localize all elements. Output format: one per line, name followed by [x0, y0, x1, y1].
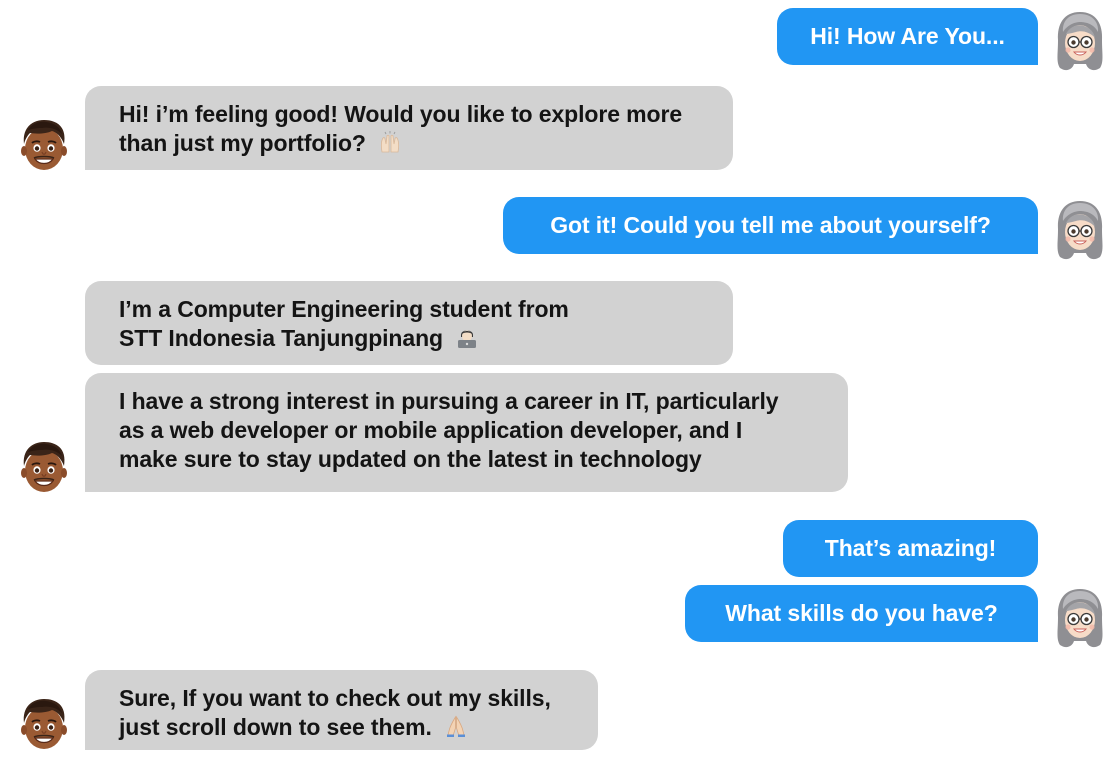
chat-message-outgoing: Got it! Could you tell me about yourself…: [503, 197, 1038, 254]
message-text-line: Hi! i’m feeling good! Would you like to …: [119, 101, 683, 127]
message-text-line: just scroll down to see them.: [119, 714, 432, 740]
folded-hands-emoji-icon: [444, 714, 468, 738]
message-text: That’s amazing!: [824, 535, 997, 561]
chat-message-incoming: Sure, If you want to check out my skills…: [85, 670, 598, 750]
message-text-line: I’m a Computer Engineering student from: [119, 296, 569, 322]
user-avatar-icon: [1054, 10, 1106, 72]
user-avatar-icon: [1054, 587, 1106, 649]
message-text: Hi! How Are You...: [810, 23, 1005, 49]
bot-avatar-icon: [18, 693, 70, 755]
message-text: Got it! Could you tell me about yourself…: [550, 212, 991, 238]
message-text: What skills do you have?: [725, 600, 998, 626]
message-text-line: STT Indonesia Tanjungpinang: [119, 325, 443, 351]
chat-message-outgoing: Hi! How Are You...: [777, 8, 1038, 65]
message-text-line: as a web developer or mobile application…: [119, 417, 743, 443]
chat-message-outgoing: What skills do you have?: [685, 585, 1038, 642]
chat-message-incoming: I’m a Computer Engineering student from …: [85, 281, 733, 365]
bot-avatar-icon: [18, 436, 70, 498]
raising-hands-emoji-icon: [378, 130, 402, 154]
chat-message-outgoing: That’s amazing!: [783, 520, 1038, 577]
message-text-line: than just my portfolio?: [119, 130, 366, 156]
message-text-line: I have a strong interest in pursuing a c…: [119, 388, 779, 414]
message-text-line: make sure to stay updated on the latest …: [119, 446, 702, 472]
message-text-line: Sure, If you want to check out my skills…: [119, 685, 551, 711]
technologist-emoji-icon: [455, 325, 479, 349]
bot-avatar-icon: [18, 114, 70, 176]
chat-message-incoming: I have a strong interest in pursuing a c…: [85, 373, 848, 492]
user-avatar-icon: [1054, 199, 1106, 261]
chat-message-incoming: Hi! i’m feeling good! Would you like to …: [85, 86, 733, 170]
